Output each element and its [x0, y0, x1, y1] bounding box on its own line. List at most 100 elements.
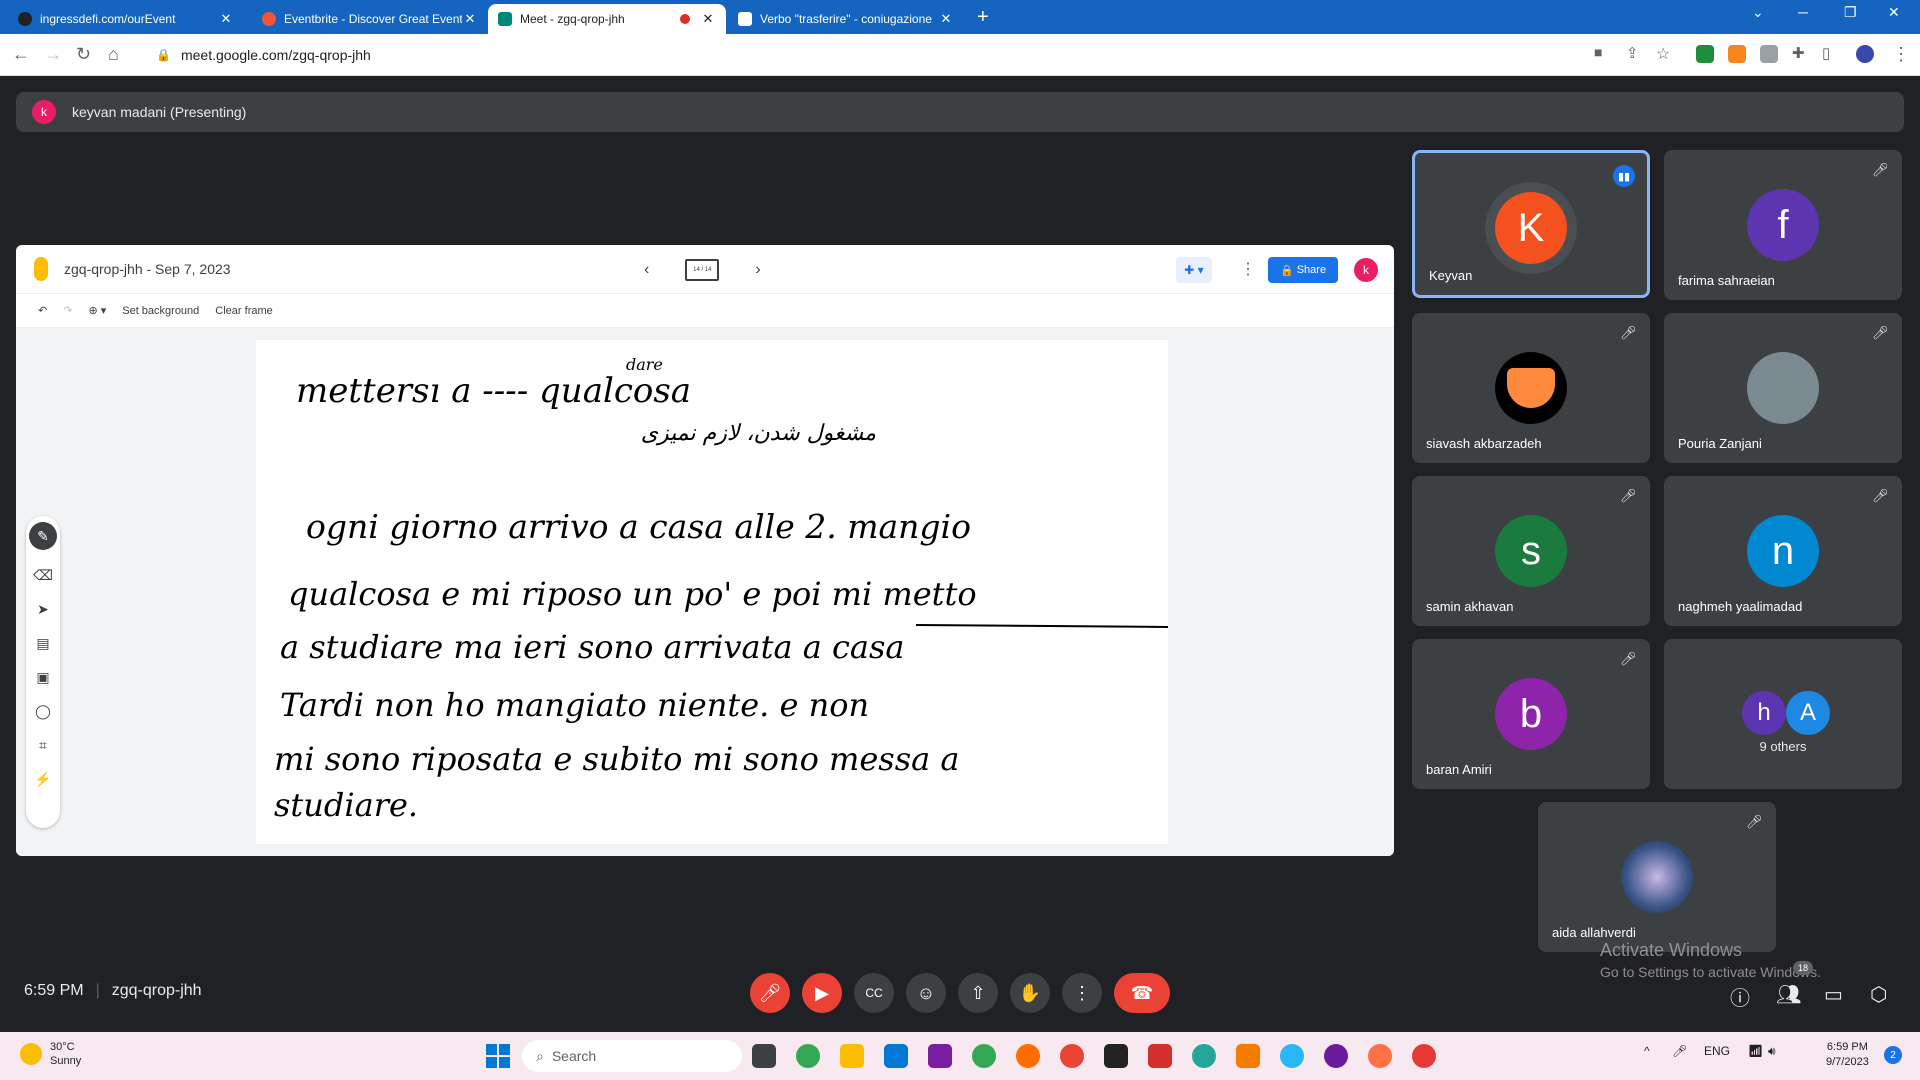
handwriting-line-2: ogni giorno arrivo a casa alle 2. mangio	[306, 507, 971, 546]
close-icon[interactable]: ✕	[938, 11, 954, 27]
extension-icon[interactable]	[1760, 45, 1778, 63]
tab-eventbrite[interactable]: Eventbrite - Discover Great Event ✕	[252, 4, 488, 34]
meeting-details-icon[interactable]: ⓘ	[1730, 982, 1750, 1011]
close-icon[interactable]: ✕	[218, 11, 234, 27]
mic-toggle-button[interactable]: 🎤︎	[750, 973, 790, 1013]
participant-tile-keyvan[interactable]: K ▮▮ Keyvan	[1412, 150, 1650, 298]
more-options-button[interactable]: ⋮	[1062, 973, 1102, 1013]
camera-icon[interactable]: ■	[1594, 44, 1602, 60]
more-options-icon[interactable]: ⋮	[1240, 259, 1256, 279]
tab-verbo[interactable]: Verbo "trasferire" - coniugazione ✕	[728, 4, 964, 34]
window-close-button[interactable]: ✕	[1888, 4, 1900, 21]
close-icon[interactable]: ✕	[700, 11, 716, 27]
phpstorm-icon[interactable]	[928, 1044, 952, 1068]
chrome-canary-icon[interactable]	[1060, 1044, 1084, 1068]
next-frame-icon[interactable]: ›	[755, 261, 760, 279]
app-icon[interactable]	[1016, 1044, 1040, 1068]
people-icon[interactable]: 👥︎	[1776, 982, 1801, 1007]
profile-avatar[interactable]	[1856, 45, 1874, 63]
frame-indicator[interactable]: 14 / 14	[685, 259, 720, 281]
prev-frame-icon[interactable]: ‹	[644, 261, 649, 279]
bookmark-star-icon[interactable]: ☆	[1656, 44, 1670, 64]
participant-tile-siavash[interactable]: 🎤︎ siavash akbarzadeh	[1412, 313, 1650, 463]
github-icon[interactable]	[1324, 1044, 1348, 1068]
opera-icon[interactable]	[1412, 1044, 1436, 1068]
text-box-icon[interactable]: ⌗	[39, 737, 47, 754]
firefox-icon[interactable]	[1368, 1044, 1392, 1068]
share-button[interactable]: 🔒 Share	[1268, 257, 1338, 283]
extension-icon[interactable]	[1696, 45, 1714, 63]
present-button[interactable]: ⇧	[958, 973, 998, 1013]
sticky-note-icon[interactable]: ▤	[36, 635, 49, 652]
tab-ingressdefi[interactable]: ingressdefi.com/ourEvent ✕	[8, 4, 244, 34]
laser-icon[interactable]: ⚡	[34, 771, 51, 788]
volume-icon[interactable]: 🔊︎	[1768, 1044, 1776, 1059]
reactions-button[interactable]: ☺	[906, 973, 946, 1013]
camera-toggle-button[interactable]: ▶	[802, 973, 842, 1013]
jamboard-avatar[interactable]: k	[1354, 258, 1378, 282]
back-icon[interactable]: ←	[12, 44, 30, 65]
share-icon[interactable]: ⇪	[1626, 44, 1639, 62]
participant-tile-aida[interactable]: 🎤︎ aida allahverdi	[1538, 802, 1776, 952]
telegram-icon[interactable]	[1280, 1044, 1304, 1068]
eraser-icon[interactable]: ⌫	[33, 567, 53, 584]
anydesk-icon[interactable]	[1148, 1044, 1172, 1068]
pen-icon[interactable]: ✎	[29, 522, 57, 550]
leave-call-button[interactable]: ☎	[1114, 973, 1170, 1013]
file-explorer-icon[interactable]	[840, 1044, 864, 1068]
xampp-icon[interactable]	[1236, 1044, 1260, 1068]
participant-tile-baran[interactable]: b 🎤︎ baran Amiri	[1412, 639, 1650, 789]
tray-overflow-icon[interactable]: ^	[1644, 1044, 1650, 1058]
weather-widget[interactable]: 30°C Sunny	[20, 1040, 81, 1068]
select-icon[interactable]: ➤	[37, 601, 49, 618]
activities-icon[interactable]: ⬡	[1870, 982, 1887, 1007]
circle-icon[interactable]: ◯	[35, 703, 51, 720]
minimize-button[interactable]: ─	[1798, 4, 1808, 20]
participant-tile-samin[interactable]: s 🎤︎ samin akhavan	[1412, 476, 1650, 626]
task-view-icon[interactable]	[752, 1044, 776, 1068]
raise-hand-button[interactable]: ✋	[1010, 973, 1050, 1013]
add-menu-button[interactable]: ✚ ▾	[1176, 257, 1212, 283]
home-icon[interactable]: ⌂	[108, 44, 119, 65]
participant-name: baran Amiri	[1426, 762, 1492, 777]
start-button[interactable]	[486, 1044, 510, 1068]
microphone-icon[interactable]: 🎤︎	[1672, 1044, 1687, 1058]
webstorm-icon[interactable]	[1104, 1044, 1128, 1068]
handwriting-line-3: qualcosa e mi riposo un po' e poi mi met…	[288, 575, 977, 613]
taskbar-search[interactable]: ⌕ Search	[522, 1040, 742, 1072]
undo-icon[interactable]: ↶	[38, 304, 47, 317]
handwriting-line-5: Tardi non ho mangiato niente. e non	[280, 686, 869, 724]
chat-icon[interactable]: ▭	[1824, 982, 1843, 1007]
zoom-icon[interactable]: ⊕ ▾	[88, 304, 106, 317]
new-tab-button[interactable]: +	[977, 6, 989, 29]
participant-tile-naghmeh[interactable]: n 🎤︎ naghmeh yaalimadad	[1664, 476, 1902, 626]
puzzle-icon[interactable]: ✚	[1792, 44, 1805, 62]
sidepanel-icon[interactable]: ▯	[1822, 44, 1830, 62]
participant-tile-pouria[interactable]: 🎤︎ Pouria Zanjani	[1664, 313, 1902, 463]
captions-button[interactable]: CC	[854, 973, 894, 1013]
chrome-icon[interactable]	[972, 1044, 996, 1068]
close-icon[interactable]: ✕	[462, 11, 478, 27]
menu-icon[interactable]: ⋮	[1892, 44, 1910, 65]
electron-icon[interactable]	[1192, 1044, 1216, 1068]
redo-icon[interactable]: ↷	[63, 304, 72, 317]
taskbar-clock[interactable]: 6:59 PM 9/7/2023	[1826, 1040, 1869, 1070]
participant-tile-others[interactable]: h A 9 others	[1664, 639, 1902, 789]
whiteboard[interactable]: mettersı a ---- qualcosa dare مشغول شدن،…	[256, 340, 1168, 844]
metamask-icon[interactable]	[1728, 45, 1746, 63]
chrome-icon[interactable]	[796, 1044, 820, 1068]
reload-icon[interactable]: ↻	[76, 44, 91, 65]
language-indicator[interactable]: ENG	[1704, 1044, 1730, 1058]
notification-badge[interactable]: 2	[1884, 1046, 1902, 1064]
wifi-icon[interactable]: 📶︎	[1748, 1044, 1763, 1058]
vscode-icon[interactable]	[884, 1044, 908, 1068]
forward-icon[interactable]: →	[44, 44, 62, 65]
address-bar[interactable]: 🔒 meet.google.com/zgq-qrop-jhh	[142, 40, 1582, 70]
set-background-button[interactable]: Set background	[122, 305, 199, 317]
tab-search-icon[interactable]: ⌄	[1752, 4, 1764, 21]
restore-button[interactable]: ❐	[1844, 4, 1857, 21]
participant-tile-farima[interactable]: f 🎤︎ farima sahraeian	[1664, 150, 1902, 300]
tab-meet[interactable]: Meet - zgq-qrop-jhh ✕	[488, 4, 726, 34]
clear-frame-button[interactable]: Clear frame	[215, 305, 272, 317]
image-icon[interactable]: ▣	[36, 669, 49, 686]
